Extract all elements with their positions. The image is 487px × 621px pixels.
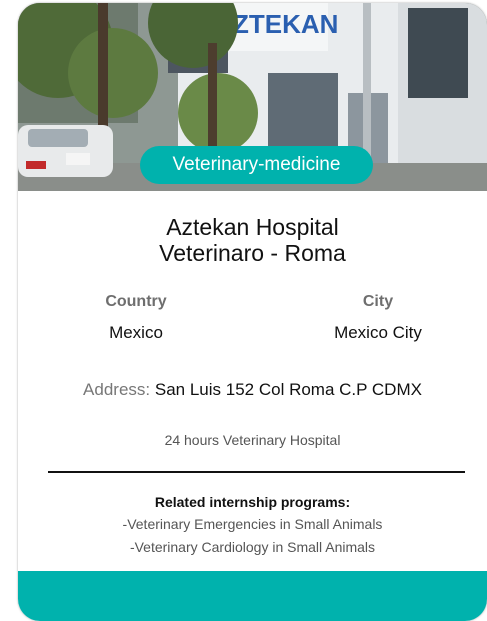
- hospital-title: Aztekan Hospital Veterinaro - Roma: [18, 214, 487, 266]
- country-label: Country: [105, 293, 167, 310]
- program-item[interactable]: -Veterinary Emergencies in Small Animals: [18, 516, 487, 532]
- address-line: Address: San Luis 152 Col Roma C.P CDMX: [18, 380, 487, 400]
- city-value: Mexico City: [334, 323, 422, 342]
- country-block: Country Mexico: [36, 293, 236, 343]
- hospital-title-line1: Aztekan Hospital: [166, 214, 339, 240]
- city-label: City: [362, 293, 394, 310]
- city-block: City Mexico City: [278, 293, 478, 343]
- program-item[interactable]: -Veterinary Cardiology in Small Animals: [18, 539, 487, 555]
- divider: [48, 471, 465, 473]
- related-programs-title: Related internship programs:: [154, 494, 351, 510]
- hospital-card[interactable]: ZTEKAN Veterinary-medicine Aztekan Hospi: [18, 3, 487, 621]
- category-badge-label: Veterinary-medicine: [172, 154, 341, 175]
- hospital-title-line2: Veterinaro - Roma: [159, 240, 346, 266]
- hospital-description: 24 hours Veterinary Hospital: [164, 432, 341, 448]
- sign-text: ZTEKAN: [233, 9, 338, 39]
- address-value: San Luis 152 Col Roma C.P CDMX: [154, 380, 422, 399]
- card-footer-bar: [18, 571, 487, 621]
- address-label: Address:: [83, 380, 151, 399]
- category-badge: Veterinary-medicine: [140, 146, 373, 184]
- country-value: Mexico: [109, 323, 163, 342]
